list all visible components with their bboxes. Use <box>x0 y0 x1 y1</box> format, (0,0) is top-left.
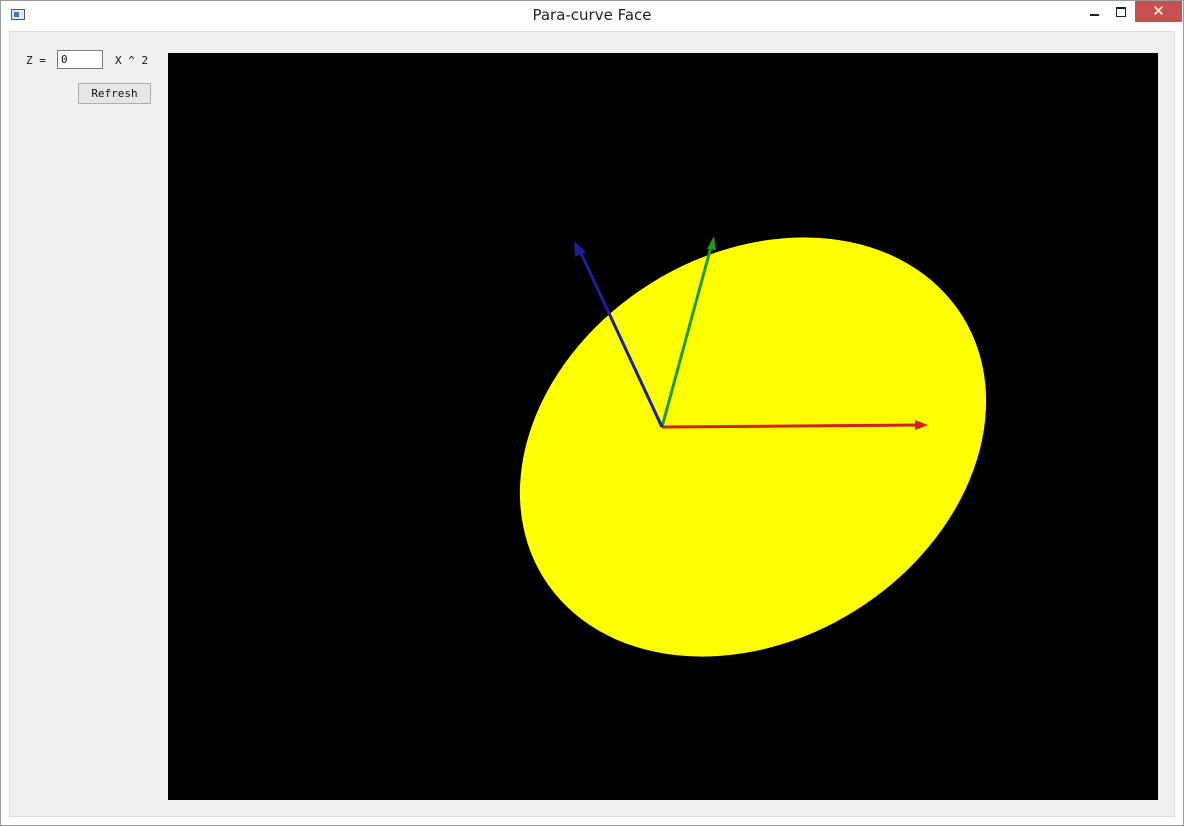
maximize-icon <box>1116 6 1126 17</box>
x-squared-label: X ^ 2 <box>115 54 149 67</box>
z-value-input[interactable] <box>57 50 103 69</box>
minimize-button[interactable] <box>1079 1 1109 22</box>
minimize-icon <box>1089 13 1099 16</box>
client-area: Z = X ^ 2 Refresh <box>9 31 1175 817</box>
close-button[interactable]: ✕ <box>1135 1 1182 22</box>
close-icon: ✕ <box>1152 2 1165 20</box>
y-axis-arrowhead <box>707 236 716 250</box>
z-axis-arrowhead <box>574 241 586 257</box>
z-label: Z = <box>26 54 46 67</box>
gl-viewport[interactable] <box>168 53 1158 800</box>
app-window: Para-curve Face ✕ Z = X ^ 2 Refresh <box>0 0 1184 826</box>
title-bar[interactable]: Para-curve Face ✕ <box>1 1 1183 31</box>
paraboloid-surface <box>519 237 987 657</box>
x-axis-line <box>661 423 919 429</box>
maximize-button[interactable] <box>1106 1 1136 22</box>
refresh-button[interactable]: Refresh <box>78 83 151 104</box>
window-title: Para-curve Face <box>532 6 652 24</box>
scene-canvas <box>519 236 987 657</box>
